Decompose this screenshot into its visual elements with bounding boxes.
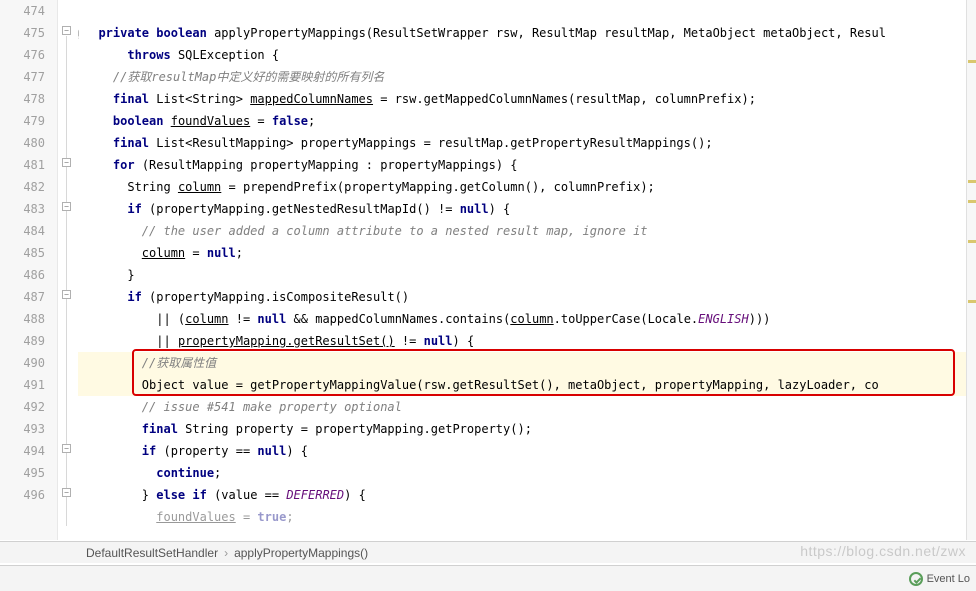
line-number[interactable]: 487 [0, 286, 57, 308]
code-line[interactable]: if (propertyMapping.getNestedResultMapId… [78, 198, 976, 220]
warning-marker[interactable] [968, 180, 976, 183]
fold-toggle-icon[interactable]: − [62, 202, 71, 211]
fold-toggle-icon[interactable]: − [62, 444, 71, 453]
code-line[interactable]: Object value = getPropertyMappingValue(r… [78, 374, 976, 396]
status-bar: Event Lo [0, 565, 976, 591]
code-line[interactable]: column = null; [78, 242, 976, 264]
line-number[interactable]: 492 [0, 396, 57, 418]
code-line[interactable]: String column = prependPrefix(propertyMa… [78, 176, 976, 198]
line-number[interactable]: 479 [0, 110, 57, 132]
line-number[interactable]: 494 [0, 440, 57, 462]
code-line[interactable]: continue; [78, 462, 976, 484]
breadcrumb-method[interactable]: applyPropertyMappings() [228, 546, 374, 560]
line-number[interactable]: 477 [0, 66, 57, 88]
event-log-button[interactable]: Event Lo [927, 573, 970, 585]
line-number[interactable]: 482 [0, 176, 57, 198]
line-number[interactable]: 483 [0, 198, 57, 220]
line-number[interactable]: 495 [0, 462, 57, 484]
line-number[interactable]: 480 [0, 132, 57, 154]
code-line[interactable]: final List<String> mappedColumnNames = r… [78, 88, 976, 110]
line-number[interactable]: 476 [0, 44, 57, 66]
line-number[interactable]: 478 [0, 88, 57, 110]
breadcrumbs: DefaultResultSetHandler › applyPropertyM… [0, 541, 976, 563]
code-line[interactable]: throws SQLException { [78, 44, 976, 66]
line-number[interactable]: 484 [0, 220, 57, 242]
code-line[interactable]: final String property = propertyMapping.… [78, 418, 976, 440]
warning-marker[interactable] [968, 300, 976, 303]
warning-marker[interactable] [968, 60, 976, 63]
line-number[interactable]: 486 [0, 264, 57, 286]
line-number[interactable]: 488 [0, 308, 57, 330]
fold-column: − − − − − − [58, 0, 78, 540]
line-number[interactable]: 489 [0, 330, 57, 352]
breadcrumb-class[interactable]: DefaultResultSetHandler [80, 546, 224, 560]
warning-marker[interactable] [968, 200, 976, 203]
code-line[interactable]: // issue #541 make property optional [78, 396, 976, 418]
code-line[interactable]: || propertyMapping.getResultSet() != nul… [78, 330, 976, 352]
fold-toggle-icon[interactable]: − [62, 26, 71, 35]
code-editor: 474 475@ 476 477 478 479 480 481 482 483… [0, 0, 976, 540]
line-number[interactable]: 481 [0, 154, 57, 176]
line-number[interactable] [0, 506, 57, 528]
error-stripe[interactable] [966, 0, 976, 540]
code-line[interactable]: 💡 //获取属性值 [78, 352, 976, 374]
check-circle-icon[interactable] [909, 572, 923, 586]
line-number[interactable]: 491 [0, 374, 57, 396]
code-line[interactable]: private boolean applyPropertyMappings(Re… [78, 22, 976, 44]
code-line[interactable]: } [78, 264, 976, 286]
code-line[interactable]: // the user added a column attribute to … [78, 220, 976, 242]
line-number[interactable]: 490 [0, 352, 57, 374]
gutter: 474 475@ 476 477 478 479 480 481 482 483… [0, 0, 58, 540]
code-line[interactable]: //获取resultMap中定义好的需要映射的所有列名 [78, 66, 976, 88]
fold-toggle-icon[interactable]: − [62, 158, 71, 167]
code-line[interactable]: || (column != null && mappedColumnNames.… [78, 308, 976, 330]
code-line[interactable]: if (property == null) { [78, 440, 976, 462]
code-line[interactable]: foundValues = true; [78, 506, 976, 528]
line-number[interactable]: 496 [0, 484, 57, 506]
code-area[interactable]: private boolean applyPropertyMappings(Re… [78, 0, 976, 540]
code-line[interactable]: final List<ResultMapping> propertyMappin… [78, 132, 976, 154]
code-line[interactable]: } else if (value == DEFERRED) { [78, 484, 976, 506]
fold-toggle-icon[interactable]: − [62, 488, 71, 497]
code-line[interactable]: for (ResultMapping propertyMapping : pro… [78, 154, 976, 176]
line-number[interactable]: 475@ [0, 22, 57, 44]
code-line[interactable] [78, 0, 976, 22]
code-line[interactable]: if (propertyMapping.isCompositeResult() [78, 286, 976, 308]
code-line[interactable]: boolean foundValues = false; [78, 110, 976, 132]
line-number[interactable]: 493 [0, 418, 57, 440]
fold-toggle-icon[interactable]: − [62, 290, 71, 299]
line-number[interactable]: 474 [0, 0, 57, 22]
warning-marker[interactable] [968, 240, 976, 243]
line-number[interactable]: 485 [0, 242, 57, 264]
